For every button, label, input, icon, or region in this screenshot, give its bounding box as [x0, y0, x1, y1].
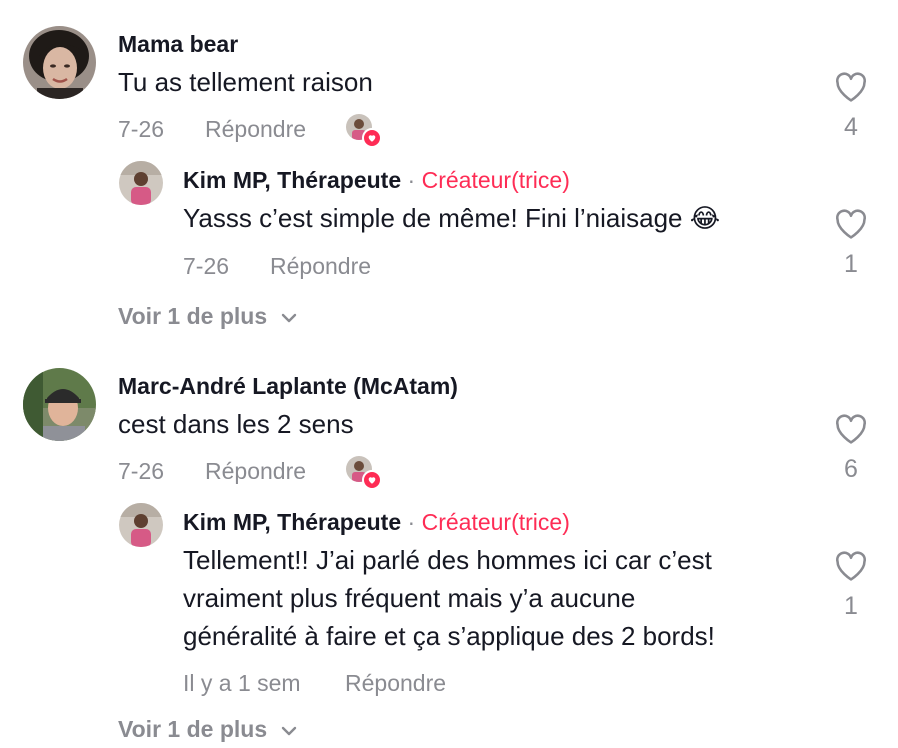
- separator-dot: ·: [407, 509, 416, 535]
- heart-outline-icon: [836, 551, 866, 581]
- like-count: 6: [844, 455, 858, 483]
- comment-author[interactable]: Marc-André Laplante (McAtam): [118, 373, 458, 400]
- comment-author[interactable]: Mama bear: [118, 31, 238, 58]
- reply-text-line: vraiment plus fréquent mais y’a aucune: [183, 583, 636, 613]
- comment-date: 7-26: [118, 116, 165, 142]
- like-button[interactable]: 4: [821, 71, 881, 142]
- like-button[interactable]: 6: [821, 413, 881, 484]
- creator-badge: Créateur(trice): [421, 509, 570, 535]
- like-button[interactable]: 1: [821, 208, 881, 279]
- reply-author-line: Kim MP, Thérapeute · Créateur(trice): [183, 509, 570, 536]
- reply-button[interactable]: Répondre: [205, 116, 306, 143]
- chevron-down-icon: [281, 726, 296, 736]
- like-button[interactable]: 1: [821, 550, 881, 621]
- avatar[interactable]: [23, 368, 96, 441]
- creator-liked-badge: [346, 456, 382, 490]
- reply-text-line: généralité à faire et ça s’applique des …: [183, 621, 715, 651]
- avatar[interactable]: [23, 26, 96, 99]
- heart-outline-icon: [836, 209, 866, 239]
- reply-date: 7-26: [183, 253, 230, 279]
- reply-text-line: Tellement!! J’ai parlé des hommes ici ca…: [183, 545, 712, 575]
- creator-liked-heart-icon: [362, 128, 382, 148]
- comment-text: cest dans les 2 sens: [118, 409, 354, 439]
- comment-date: 7-26: [118, 458, 165, 484]
- reply-button[interactable]: Répondre: [345, 670, 446, 697]
- like-count: 1: [844, 592, 858, 620]
- avatar[interactable]: [119, 161, 163, 205]
- avatar[interactable]: [119, 503, 163, 547]
- heart-outline-icon: [836, 414, 866, 444]
- view-more-replies-button[interactable]: Voir 1 de plus: [118, 303, 298, 330]
- view-more-replies-button[interactable]: Voir 1 de plus: [118, 716, 298, 743]
- chevron-down-icon: [281, 313, 296, 323]
- like-count: 1: [844, 250, 858, 278]
- creator-liked-heart-icon: [362, 470, 382, 490]
- heart-outline-icon: [836, 72, 866, 102]
- separator-dot: ·: [407, 167, 416, 193]
- creator-liked-badge: [346, 114, 382, 148]
- reply-date: Il y a 1 sem: [183, 670, 301, 696]
- reply-button[interactable]: Répondre: [270, 253, 371, 280]
- like-count: 4: [844, 113, 858, 141]
- reply-author-line: Kim MP, Thérapeute · Créateur(trice): [183, 167, 570, 194]
- reply-author[interactable]: Kim MP, Thérapeute: [183, 509, 401, 535]
- comment-text: Tu as tellement raison: [118, 67, 373, 97]
- creator-badge: Créateur(trice): [421, 167, 570, 193]
- reply-author[interactable]: Kim MP, Thérapeute: [183, 167, 401, 193]
- reply-text: Yasss c’est simple de même! Fini l’niais…: [183, 203, 721, 233]
- view-more-label: Voir 1 de plus: [118, 716, 268, 742]
- view-more-label: Voir 1 de plus: [118, 303, 268, 329]
- reply-button[interactable]: Répondre: [205, 458, 306, 485]
